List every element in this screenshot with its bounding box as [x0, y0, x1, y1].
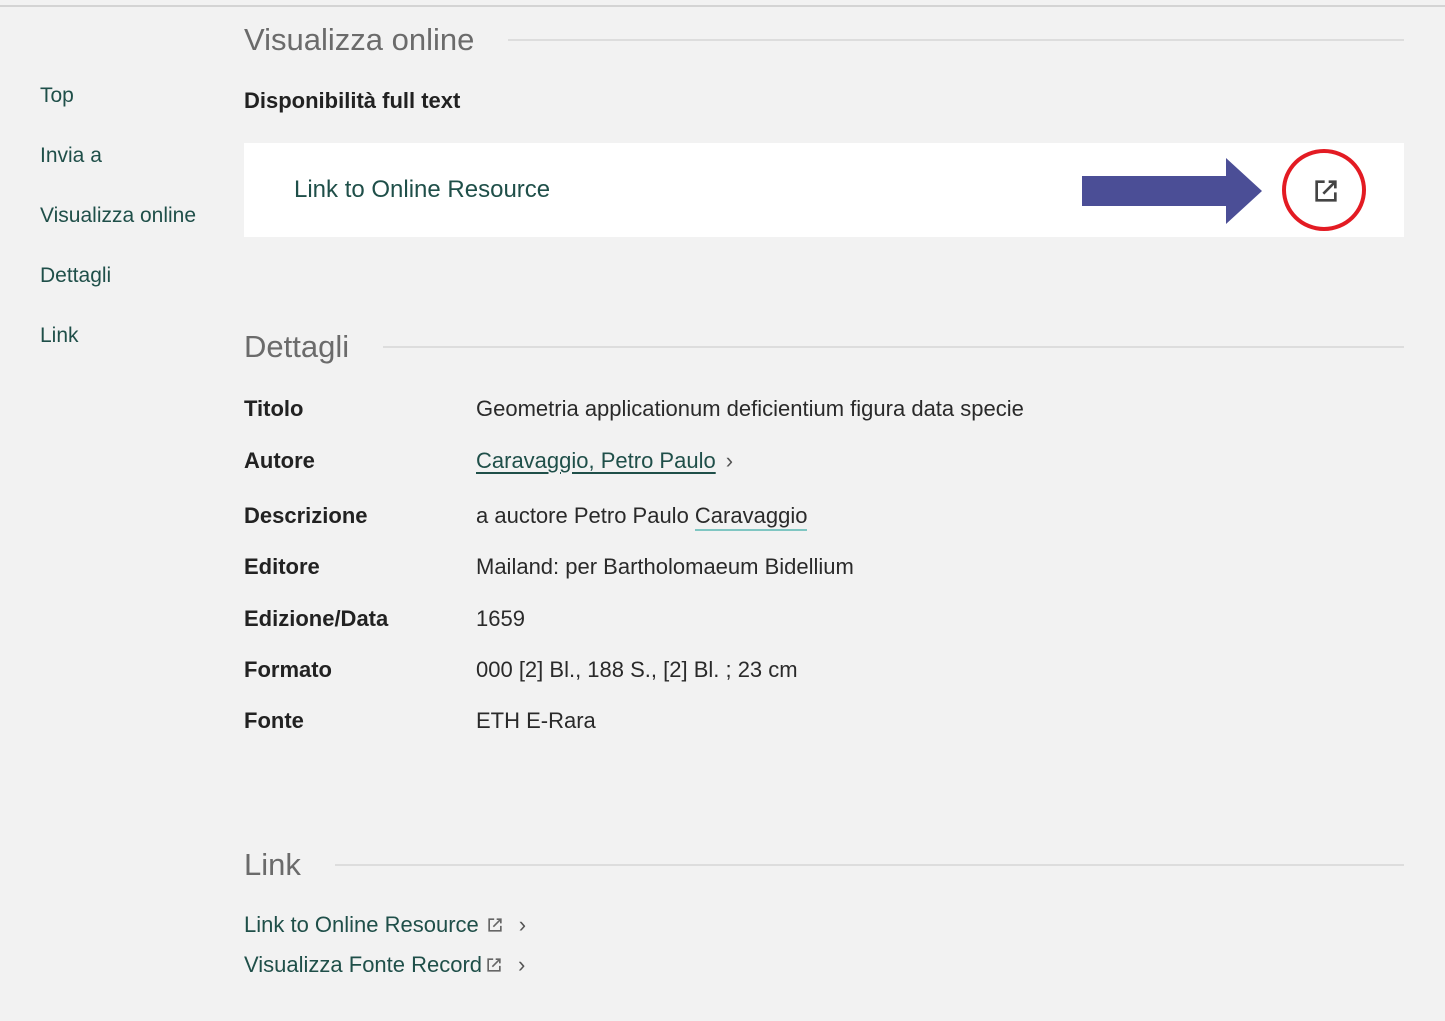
detail-value: 1659 [476, 606, 525, 631]
description-highlight: Caravaggio [694, 503, 808, 531]
detail-row-format: Formato 000 [2] Bl., 188 S., [2] Bl. ; 2… [244, 657, 798, 683]
full-text-availability-label: Disponibilità full text [244, 88, 461, 113]
author-link[interactable]: Caravaggio, Petro Paulo [476, 448, 716, 473]
detail-label: Descrizione [244, 503, 368, 528]
link-source-record[interactable]: Visualizza Fonte Record › [244, 952, 525, 978]
section-divider [383, 346, 1404, 348]
chevron-right-icon: › [518, 912, 527, 937]
annotation-arrow-icon [1082, 158, 1262, 224]
detail-value: Geometria applicationum deficientium fig… [476, 396, 1024, 421]
detail-label: Formato [244, 657, 332, 682]
link-label[interactable]: Visualizza Fonte Record [244, 952, 482, 978]
nav-item-invia-a[interactable]: Invia a [40, 144, 102, 168]
online-resource-link[interactable]: Link to Online Resource [294, 176, 550, 204]
section-heading-view-online: Visualizza online [244, 22, 1404, 58]
detail-row-description: Descrizione a auctore Petro Paulo Carava… [244, 503, 808, 531]
external-link-icon [487, 958, 501, 972]
detail-row-publisher: Editore Mailand: per Bartholomaeum Bidel… [244, 554, 854, 580]
link-label[interactable]: Link to Online Resource [244, 912, 479, 938]
detail-value: 000 [2] Bl., 188 S., [2] Bl. ; 23 cm [476, 657, 798, 682]
link-online-resource[interactable]: Link to Online Resource › [244, 912, 526, 938]
section-title: Link [244, 847, 301, 882]
section-title: Visualizza online [244, 22, 475, 57]
detail-label: Edizione/Data [244, 606, 389, 631]
online-resource-card: Link to Online Resource [244, 143, 1404, 237]
section-divider [508, 39, 1404, 41]
nav-item-dettagli[interactable]: Dettagli [40, 264, 111, 288]
detail-label: Editore [244, 554, 320, 579]
section-title: Dettagli [244, 329, 350, 364]
detail-label: Titolo [244, 396, 304, 421]
detail-value: Mailand: per Bartholomaeum Bidellium [476, 554, 854, 579]
nav-item-link[interactable]: Link [40, 324, 79, 348]
detail-row-edition-date: Edizione/Data 1659 [244, 606, 525, 632]
section-divider [334, 864, 1404, 866]
section-heading-details: Dettagli [244, 329, 1404, 365]
detail-label: Fonte [244, 708, 304, 733]
detail-row-author: Autore Caravaggio, Petro Paulo › [244, 448, 733, 474]
detail-label: Autore [244, 448, 315, 473]
chevron-right-icon: › [518, 952, 526, 977]
section-heading-links: Link [244, 847, 1404, 883]
detail-row-title: Titolo Geometria applicationum deficient… [244, 396, 1024, 422]
detail-value: ETH E-Rara [476, 708, 596, 733]
chevron-right-icon[interactable]: › [726, 448, 733, 474]
top-divider [0, 5, 1445, 7]
external-link-icon [488, 918, 502, 932]
nav-item-visualizza-online[interactable]: Visualizza online [40, 204, 196, 228]
description-text: a auctore Petro Paulo [476, 503, 695, 528]
nav-item-top[interactable]: Top [40, 84, 74, 108]
detail-row-source: Fonte ETH E-Rara [244, 708, 596, 734]
external-link-icon[interactable] [1310, 175, 1342, 207]
detail-value: a auctore Petro Paulo Caravaggio [476, 503, 808, 531]
